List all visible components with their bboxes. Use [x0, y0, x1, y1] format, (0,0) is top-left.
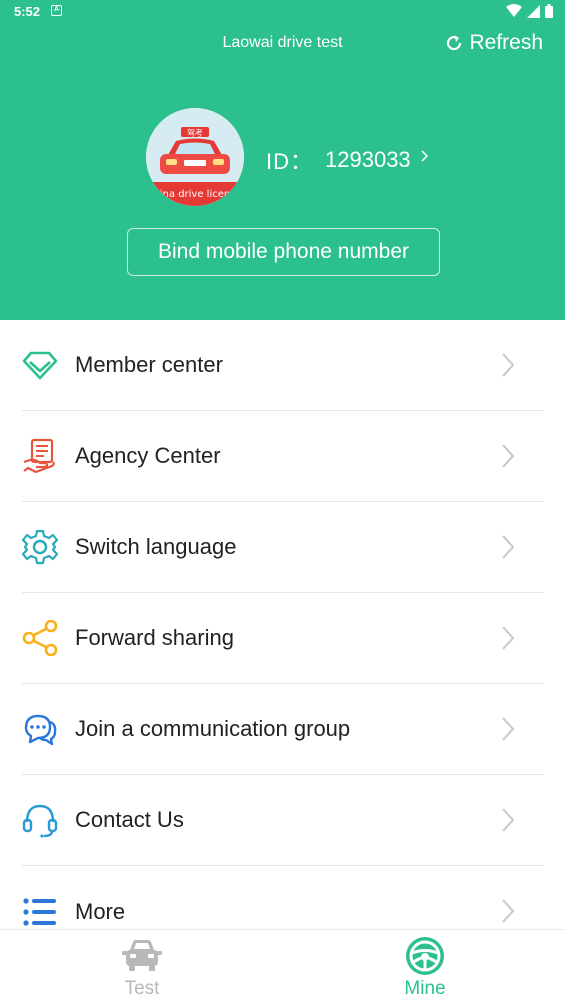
menu-label: Member center: [75, 352, 223, 377]
tab-test[interactable]: Test: [82, 930, 202, 1004]
chevron-right-icon: [502, 444, 515, 468]
refresh-button[interactable]: Refresh: [445, 31, 543, 55]
status-time: 5:52: [14, 4, 41, 19]
menu-item-member-center[interactable]: Member center: [22, 320, 543, 411]
menu-label: More: [75, 898, 126, 924]
notification-icon: A: [51, 5, 62, 16]
menu-label: Join a communication group: [75, 716, 351, 741]
menu-item-join-group[interactable]: Join a communication group: [22, 684, 543, 775]
avatar-badge-text: 驾考: [187, 128, 203, 138]
bind-phone-button[interactable]: Bind mobile phone number: [127, 228, 440, 276]
car-icon: [122, 940, 162, 971]
menu-label: Contact Us: [75, 807, 184, 832]
signal-icon: [527, 4, 540, 18]
battery-icon: [545, 4, 553, 18]
tab-label: Mine: [404, 978, 446, 999]
user-id-link[interactable]: ID： 1293033: [266, 144, 428, 176]
diamond-icon: [22, 347, 58, 383]
avatar[interactable]: 驾考 ina drive licen: [146, 108, 244, 206]
chevron-right-icon: [502, 626, 515, 650]
bottom-tab-bar: Test Mine: [0, 929, 565, 1004]
menu-item-switch-language[interactable]: Switch language: [22, 502, 543, 593]
refresh-label: Refresh: [469, 31, 543, 54]
chevron-right-icon: [502, 899, 515, 923]
status-icons: [506, 4, 553, 18]
refresh-icon: [447, 35, 462, 51]
status-bar: 5:52 A: [0, 0, 565, 24]
menu-label: Forward sharing: [75, 625, 234, 650]
avatar-caption: ina drive licen: [160, 189, 230, 200]
chevron-right-icon: [502, 535, 515, 559]
menu-item-agency-center[interactable]: Agency Center: [22, 411, 543, 502]
menu-label: Agency Center: [75, 443, 221, 468]
agency-icon: [22, 438, 58, 474]
chevron-right-icon: [502, 717, 515, 741]
chat-icon: [22, 711, 58, 747]
list-icon: [22, 894, 58, 930]
share-icon: [22, 620, 58, 656]
chevron-right-icon: [421, 150, 428, 162]
menu-item-contact-us[interactable]: Contact Us: [22, 775, 543, 866]
wifi-icon: [506, 4, 522, 17]
gear-icon: [22, 529, 58, 565]
menu-item-forward-sharing[interactable]: Forward sharing: [22, 593, 543, 684]
profile-header: 5:52 A Laowai drive test Refresh 驾考 ina: [0, 0, 565, 320]
menu-label: Switch language: [75, 534, 237, 559]
id-label: ID：: [266, 149, 314, 174]
chevron-right-icon: [502, 353, 515, 377]
headset-icon: [22, 802, 58, 838]
menu-list: Member center Agency Center Switch langu…: [0, 320, 565, 957]
chevron-right-icon: [502, 808, 515, 832]
tab-label: Test: [124, 978, 160, 999]
car-avatar-image: 驾考 ina drive licen: [146, 108, 244, 206]
id-value: 1293033: [325, 147, 411, 172]
steering-wheel-icon: [406, 937, 444, 975]
tab-mine[interactable]: Mine: [365, 930, 485, 1004]
